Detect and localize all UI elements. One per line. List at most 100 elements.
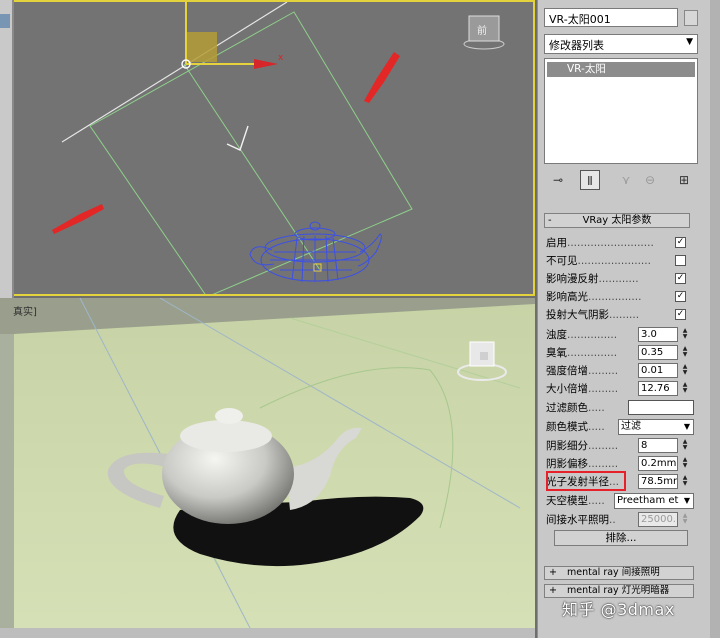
row-turbidity: 浊度............... 3.0 ▲ ▼: [546, 327, 689, 342]
color-mode-value: 过滤: [621, 421, 641, 432]
spinner-arrows-icon[interactable]: ▲ ▼: [681, 513, 689, 527]
chevron-down-icon: ▼: [683, 422, 690, 431]
viewcube-top[interactable]: 前: [463, 15, 505, 50]
row-affect-specular: 影响高光................ ✓: [546, 291, 686, 303]
param-label: 阴影偏移: [546, 458, 588, 470]
invisible-checkbox[interactable]: [675, 255, 686, 266]
gizmo-x-label: x: [278, 53, 284, 63]
sub-rollout-mr-indirect[interactable]: + mental ray 间接照明: [544, 566, 694, 580]
status-bar: [0, 628, 535, 638]
param-label: 不可见: [546, 255, 578, 267]
param-label: 影响漫反射: [546, 273, 599, 285]
chevron-down-icon: ▼: [686, 37, 693, 47]
sky-model-value: Preetham et: [617, 495, 679, 506]
row-ozone: 臭氧............... 0.35 ▲ ▼: [546, 345, 689, 360]
top-viewport-scene: x 前: [52, 2, 505, 294]
modifier-list-dropdown[interactable]: 修改器列表 ▼: [544, 34, 698, 54]
modifier-stack[interactable]: VR-太阳: [544, 58, 698, 164]
exclude-button[interactable]: 排除...: [554, 530, 688, 546]
row-shadow-bias: 阴影偏移......... 0.2mm ▲ ▼: [546, 456, 689, 471]
row-color-mode: 颜色模式..... 过滤 ▼: [546, 419, 694, 435]
modifier-list-label: 修改器列表: [549, 39, 604, 52]
affect-diffuse-checkbox[interactable]: ✓: [675, 273, 686, 284]
indirect-horiz-illum-spinner[interactable]: 25000.: [638, 512, 678, 527]
row-intensity-multiplier: 强度倍增......... 0.01 ▲ ▼: [546, 363, 689, 378]
row-enabled: 启用.......................... ✓: [546, 237, 686, 249]
shadow-bias-spinner[interactable]: 0.2mm: [638, 456, 678, 471]
stack-item[interactable]: VR-太阳: [547, 62, 695, 77]
remove-modifier-icon[interactable]: ⊖: [640, 170, 660, 190]
row-cast-atmo-shadows: 投射大气阴影......... ✓: [546, 309, 686, 321]
shadow-subdivs-spinner[interactable]: 8: [638, 438, 678, 453]
svg-text:前: 前: [477, 24, 487, 37]
param-label: 影响高光: [546, 291, 588, 303]
spinner-arrows-icon[interactable]: ▲ ▼: [681, 328, 689, 342]
color-mode-dropdown[interactable]: 过滤 ▼: [618, 419, 694, 435]
object-name-field[interactable]: VR-太阳001: [544, 8, 678, 27]
sky-model-dropdown[interactable]: Preetham et ▼: [614, 493, 694, 509]
param-label: 启用: [546, 237, 567, 249]
intensity-multiplier-spinner[interactable]: 0.01: [638, 363, 678, 378]
perspective-viewport[interactable]: [0, 298, 535, 628]
rollout-title: VRay 太阳参数: [582, 215, 652, 226]
annotation-highlight-box: [546, 471, 626, 491]
param-label: 臭氧: [546, 347, 567, 359]
vray-sun-rollout: - VRay 太阳参数 启用..........................…: [542, 210, 694, 556]
gizmo-x-arrow: [254, 59, 278, 69]
size-multiplier-spinner[interactable]: 12.76: [638, 381, 678, 396]
param-label: 间接水平照明: [546, 514, 609, 526]
stack-toolbar: ⊸ Ⅱ ⋎ ⊖ ⊞: [544, 166, 698, 194]
row-invisible: 不可见......................: [546, 253, 692, 269]
rollout-header[interactable]: - VRay 太阳参数: [544, 213, 690, 228]
turbidity-spinner[interactable]: 3.0: [638, 327, 678, 342]
row-filter-color: 过滤颜色.....: [546, 400, 694, 416]
viewport-label[interactable]: 真实]: [13, 303, 37, 318]
sub-rollout-label: mental ray 间接照明: [567, 567, 660, 578]
param-label: 强度倍增: [546, 365, 588, 377]
move-gizmo-plane: [186, 32, 217, 62]
cast-atmo-shadows-checkbox[interactable]: ✓: [675, 309, 686, 320]
affect-specular-checkbox[interactable]: ✓: [675, 291, 686, 302]
param-label: 浊度: [546, 329, 567, 341]
expand-icon: +: [549, 567, 557, 578]
row-size-multiplier: 大小倍增......... 12.76 ▲ ▼: [546, 381, 689, 396]
sun-target-line: [183, 63, 321, 271]
spinner-arrows-icon[interactable]: ▲ ▼: [681, 475, 689, 489]
sun-bounds-frame: [89, 11, 413, 294]
row-indirect-horiz-illum: 间接水平照明.. 25000. ▲ ▼: [546, 512, 689, 527]
show-end-result-icon[interactable]: Ⅱ: [580, 170, 600, 190]
row-shadow-subdivs: 阴影细分......... 8 ▲ ▼: [546, 438, 689, 453]
ozone-spinner[interactable]: 0.35: [638, 345, 678, 360]
pin-stack-icon[interactable]: ⊸: [548, 170, 568, 190]
command-panel: VR-太阳001 修改器列表 ▼ VR-太阳 ⊸ Ⅱ ⋎ ⊖ ⊞ - VRay …: [537, 0, 720, 638]
expand-icon: +: [549, 585, 557, 596]
top-viewport[interactable]: x 前: [0, 0, 535, 296]
object-color-swatch[interactable]: [684, 10, 698, 26]
annotation-arrow-1: [364, 52, 400, 103]
spinner-arrows-icon[interactable]: ▲ ▼: [681, 439, 689, 453]
row-sky-model: 天空模型..... Preetham et ▼: [546, 493, 694, 509]
panel-scrollbar[interactable]: [710, 0, 720, 638]
watermark: 知乎 @3dmax: [562, 600, 675, 619]
configure-sets-icon[interactable]: ⊞: [674, 170, 694, 190]
spinner-arrows-icon[interactable]: ▲ ▼: [681, 457, 689, 471]
filter-color-swatch[interactable]: [628, 400, 694, 415]
spinner-arrows-icon[interactable]: ▲ ▼: [681, 364, 689, 378]
target-chevron: [226, 125, 249, 151]
photon-emit-radius-spinner[interactable]: 78.5mr: [638, 474, 678, 489]
spinner-arrows-icon[interactable]: ▲ ▼: [681, 382, 689, 396]
enabled-checkbox[interactable]: ✓: [675, 237, 686, 248]
teapot-knob: [215, 408, 243, 424]
param-label: 过滤颜色: [546, 402, 588, 414]
row-affect-diffuse: 影响漫反射............ ✓: [546, 273, 686, 285]
perspective-scene: [0, 298, 535, 628]
chevron-down-icon: ▼: [683, 496, 690, 505]
annotation-arrow-2: [52, 204, 104, 234]
param-label: 大小倍增: [546, 383, 588, 395]
param-label: 天空模型: [546, 495, 588, 507]
spinner-arrows-icon[interactable]: ▲ ▼: [681, 346, 689, 360]
make-unique-icon[interactable]: ⋎: [616, 170, 636, 190]
sun-direction-line: [61, 2, 288, 143]
param-label: 颜色模式: [546, 421, 588, 433]
teapot-lid: [180, 420, 272, 452]
